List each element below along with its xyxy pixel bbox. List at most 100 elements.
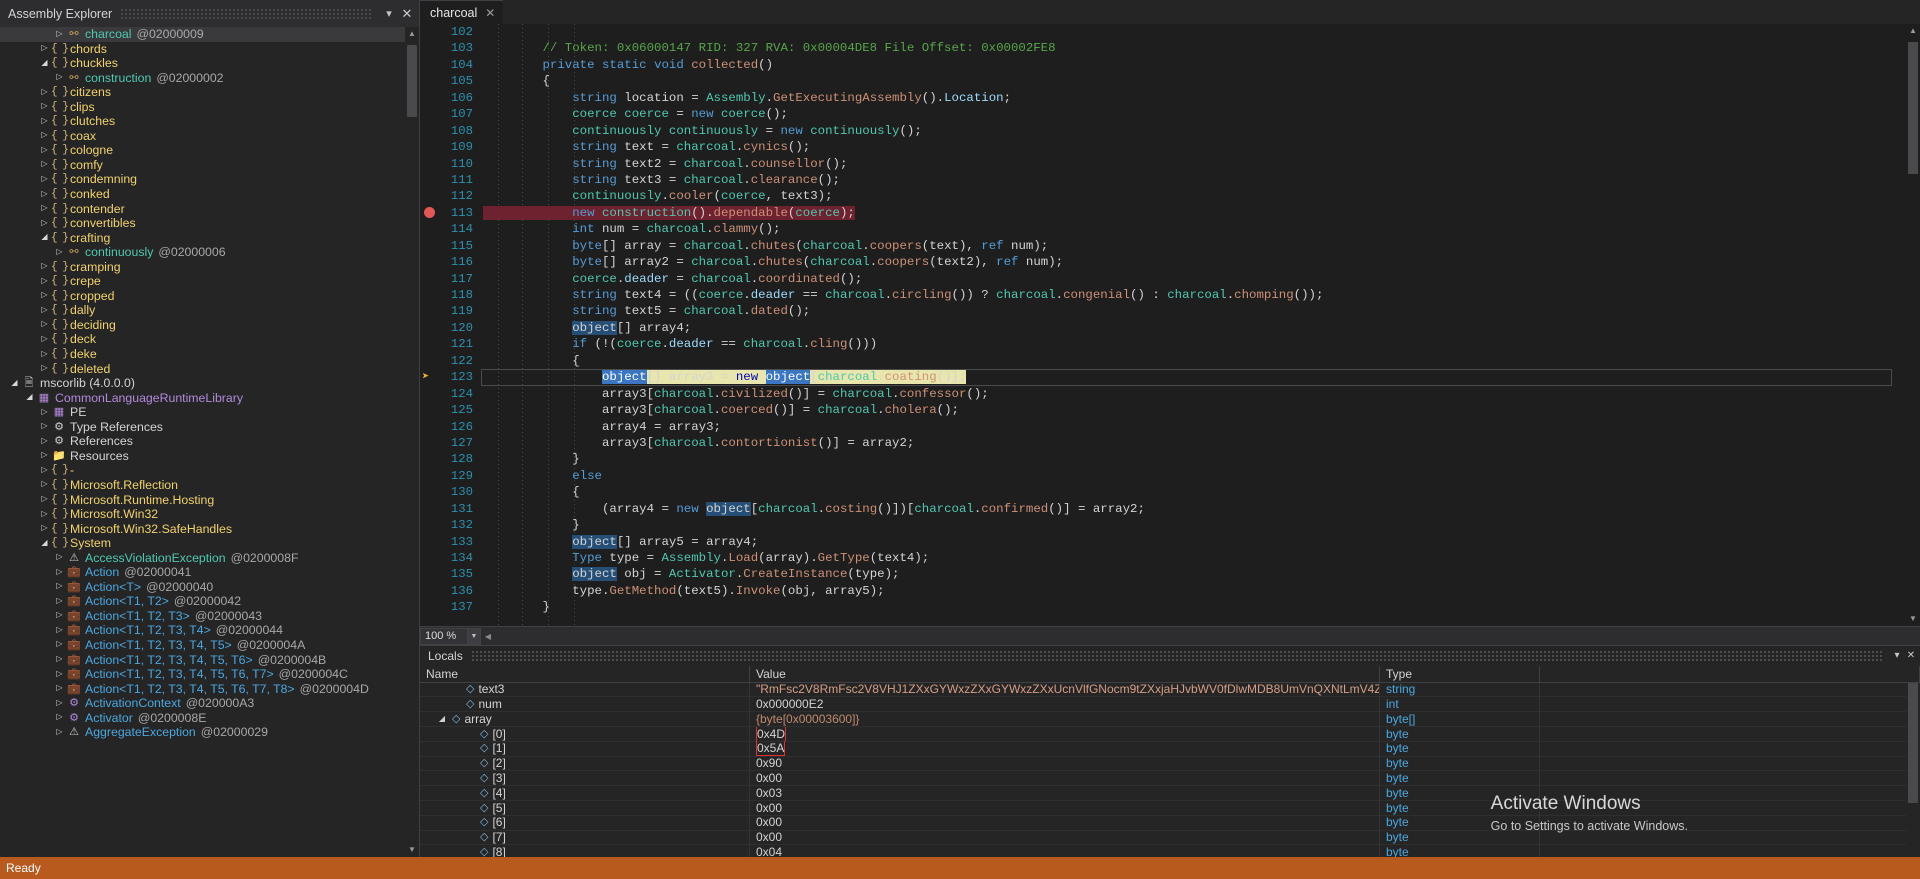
editor-glyph-margin[interactable] bbox=[420, 271, 447, 287]
chevron-down-icon[interactable] bbox=[23, 390, 36, 405]
code-text[interactable]: array4 = array3; bbox=[481, 419, 1906, 435]
code-text[interactable]: coerce coerce = new coerce(); bbox=[481, 106, 1906, 122]
tree-item[interactable]: { }- bbox=[0, 463, 419, 478]
chevron-right-icon[interactable] bbox=[38, 187, 51, 202]
code-text[interactable]: } bbox=[481, 517, 1906, 533]
editor-glyph-margin[interactable] bbox=[420, 320, 447, 336]
code-text[interactable]: else bbox=[481, 468, 1906, 484]
code-text[interactable]: string location = Assembly.GetExecutingA… bbox=[481, 90, 1906, 106]
editor-glyph-margin[interactable] bbox=[420, 566, 447, 582]
scroll-up-icon[interactable]: ▲ bbox=[405, 27, 419, 41]
code-text[interactable]: object obj = Activator.CreateInstance(ty… bbox=[481, 566, 1906, 582]
code-text[interactable]: private static void collected() bbox=[481, 57, 1906, 73]
code-line[interactable]: 122 { bbox=[420, 353, 1906, 369]
tree-item[interactable]: ▦ CommonLanguageRuntimeLibrary bbox=[0, 391, 419, 406]
code-text[interactable]: int num = charcoal.clammy(); bbox=[481, 221, 1906, 237]
editor-glyph-margin[interactable] bbox=[420, 599, 447, 615]
tree-item[interactable]: ⚠ AccessViolationException @0200008F bbox=[0, 551, 419, 566]
cell-name[interactable]: ◇ [4] bbox=[420, 785, 750, 801]
chevron-right-icon[interactable] bbox=[53, 608, 66, 623]
scroll-down-icon[interactable]: ▼ bbox=[405, 843, 419, 857]
editor-glyph-margin[interactable] bbox=[420, 57, 447, 73]
code-line[interactable]: 126 array4 = array3; bbox=[420, 419, 1906, 435]
tree-item[interactable]: 💼 Action<T1, T2, T3, T4, T5, T6> @0200004B bbox=[0, 653, 419, 668]
editor-glyph-margin[interactable] bbox=[420, 336, 447, 352]
editor-glyph-margin[interactable] bbox=[420, 40, 447, 56]
code-text[interactable]: string text4 = ((coerce.deader == charco… bbox=[481, 287, 1906, 303]
code-line[interactable]: 132 } bbox=[420, 517, 1906, 533]
tree-item[interactable]: 📁 Resources bbox=[0, 449, 419, 464]
code-line[interactable]: 103 // Token: 0x06000147 RID: 327 RVA: 0… bbox=[420, 40, 1906, 56]
chevron-right-icon[interactable] bbox=[53, 696, 66, 711]
cell-name[interactable]: ◇ num bbox=[420, 696, 750, 712]
code-line[interactable]: 107 coerce coerce = new coerce(); bbox=[420, 106, 1906, 122]
code-line[interactable]: 130 { bbox=[420, 484, 1906, 500]
tree-item[interactable]: { }condemning bbox=[0, 172, 419, 187]
tree-item[interactable]: { }crepe bbox=[0, 274, 419, 289]
scrollbar-thumb[interactable] bbox=[1908, 682, 1918, 803]
cell-name[interactable]: ◇ [3] bbox=[420, 770, 750, 786]
tree-item[interactable]: { }dally bbox=[0, 303, 419, 318]
tree-item[interactable]: 💼 Action<T1, T2, T3> @02000043 bbox=[0, 609, 419, 624]
chevron-down-icon[interactable] bbox=[38, 536, 51, 551]
chevron-right-icon[interactable] bbox=[53, 594, 66, 609]
chevron-right-icon[interactable] bbox=[38, 303, 51, 318]
table-row[interactable]: ◇ text3 "RmFsc2V8RmFsc2V8VHJ1ZXxGYWxzZXxGY… bbox=[420, 682, 1920, 698]
close-icon[interactable]: ✕ bbox=[485, 6, 495, 20]
tree-item[interactable]: ⚯ charcoal @02000009 bbox=[0, 27, 419, 42]
tree-item[interactable]: { }cropped bbox=[0, 289, 419, 304]
chevron-right-icon[interactable] bbox=[38, 463, 51, 478]
tree-item[interactable]: { }clutches bbox=[0, 114, 419, 129]
tree-item[interactable]: ⚯ construction @02000002 bbox=[0, 71, 419, 86]
column-header-value[interactable]: Value bbox=[750, 665, 1380, 682]
cell-name[interactable]: ◇ [6] bbox=[420, 815, 750, 831]
code-text[interactable]: object[] array4; bbox=[481, 320, 1906, 336]
cell-value[interactable]: 0x90 bbox=[750, 756, 1380, 771]
tree-item[interactable]: ⚙ Type References bbox=[0, 420, 419, 435]
editor-glyph-margin[interactable] bbox=[420, 287, 447, 303]
editor-glyph-margin[interactable] bbox=[420, 353, 447, 369]
chevron-right-icon[interactable] bbox=[38, 477, 51, 492]
chevron-down-icon[interactable] bbox=[8, 376, 21, 391]
cell-value[interactable]: 0x04 bbox=[750, 844, 1380, 857]
code-line[interactable]: 121 if (!(coerce.deader == charcoal.clin… bbox=[420, 336, 1906, 352]
code-text[interactable]: (array4 = new object[charcoal.costing()]… bbox=[481, 501, 1906, 517]
code-line[interactable]: 104 private static void collected() bbox=[420, 57, 1906, 73]
table-row[interactable]: ◇ [5] 0x00 byte bbox=[420, 800, 1920, 816]
chevron-right-icon[interactable] bbox=[53, 623, 66, 638]
tree-item[interactable]: { }deleted bbox=[0, 362, 419, 377]
code-line[interactable]: 136 type.GetMethod(text5).Invoke(obj, ar… bbox=[420, 583, 1906, 599]
code-line[interactable]: 115 byte[] array = charcoal.chutes(charc… bbox=[420, 238, 1906, 254]
code-line[interactable]: 134 Type type = Assembly.Load(array).Get… bbox=[420, 550, 1906, 566]
assembly-tree[interactable]: ⚯charcoal@02000009{ }chords{ }chuckles⚯c… bbox=[0, 27, 419, 740]
code-text[interactable]: string text2 = charcoal.counsellor(); bbox=[481, 156, 1906, 172]
editor-glyph-margin[interactable] bbox=[420, 123, 447, 139]
assembly-tree-scroll-area[interactable]: ⚯charcoal@02000009{ }chords{ }chuckles⚯c… bbox=[0, 27, 419, 857]
cell-value[interactable]: 0x4D bbox=[750, 726, 1380, 742]
cell-name[interactable]: ◇ [5] bbox=[420, 800, 750, 816]
zoom-level-display[interactable]: 100 % bbox=[420, 627, 468, 645]
code-text[interactable]: type.GetMethod(text5).Invoke(obj, array5… bbox=[481, 583, 1906, 599]
chevron-right-icon[interactable] bbox=[38, 317, 51, 332]
code-text[interactable]: array3[charcoal.coerced()] = charcoal.ch… bbox=[481, 402, 1906, 418]
chevron-right-icon[interactable] bbox=[38, 201, 51, 216]
editor-glyph-margin[interactable] bbox=[420, 386, 447, 402]
editor-glyph-margin[interactable] bbox=[420, 419, 447, 435]
chevron-right-icon[interactable] bbox=[38, 114, 51, 129]
chevron-right-icon[interactable] bbox=[38, 85, 51, 100]
chevron-right-icon[interactable] bbox=[38, 405, 51, 420]
table-row[interactable]: ◇ num 0x000000E2 int bbox=[420, 696, 1920, 713]
editor-glyph-margin[interactable] bbox=[420, 221, 447, 237]
code-text[interactable]: coerce.deader = charcoal.coordinated(); bbox=[481, 271, 1906, 287]
code-text[interactable]: continuously.cooler(coerce, text3); bbox=[481, 188, 1906, 204]
tree-item[interactable]: ⚙ ActivationContext @020000A3 bbox=[0, 696, 419, 711]
cell-name[interactable]: ◇ [7] bbox=[420, 830, 750, 845]
tree-item[interactable]: { }Microsoft.Runtime.Hosting bbox=[0, 493, 419, 508]
locals-vertical-scrollbar[interactable] bbox=[1906, 682, 1920, 857]
chevron-down-icon[interactable] bbox=[38, 56, 51, 71]
code-line[interactable]: 127 array3[charcoal.contortionist()] = a… bbox=[420, 435, 1906, 451]
tree-item[interactable]: { }comfy bbox=[0, 158, 419, 173]
cell-value[interactable]: 0x00 bbox=[750, 770, 1380, 786]
editor-glyph-margin[interactable] bbox=[420, 188, 447, 204]
tree-item[interactable]: ⚙ References bbox=[0, 434, 419, 449]
